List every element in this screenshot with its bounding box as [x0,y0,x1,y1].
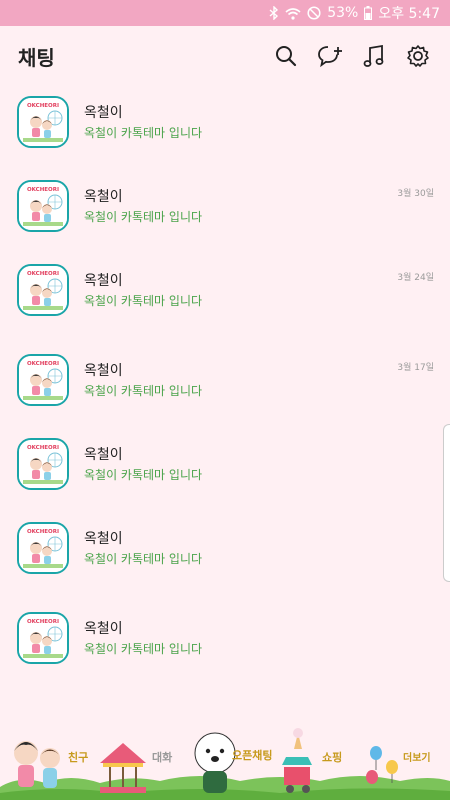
battery-icon [364,6,373,20]
chat-last-message: 옥철이 카톡테마 입니다 [84,126,203,140]
okcheori-logo-icon: OKCHEORI [19,614,67,662]
chat-last-message: 옥철이 카톡테마 입니다 [84,552,203,566]
bluetooth-icon [269,6,279,20]
chat-name: 옥철이 [84,621,123,637]
okcheori-logo-icon: OKCHEORI [19,356,67,404]
okcheori-logo-icon: OKCHEORI [19,182,67,230]
status-bar: 53% 오후 5:47 [0,0,450,26]
chat-name: 옥철이 [84,531,123,547]
search-icon[interactable] [272,42,300,70]
chat-last-message: 옥철이 카톡테마 입니다 [84,642,203,656]
svg-text:OKCHEORI: OKCHEORI [27,619,59,625]
chat-last-message: 옥철이 카톡테마 입니다 [84,468,203,482]
chat-row[interactable]: OKCHEORI 옥철이 옥철이 카톡테마 입니다 [0,90,450,154]
chat-row[interactable]: OKCHEORI 옥철이 옥철이 카톡테마 입니다 3월 30일 [0,174,450,238]
chat-last-message: 옥철이 카톡테마 입니다 [84,384,203,398]
chat-last-message: 옥철이 카톡테마 입니다 [84,210,203,224]
tab-more[interactable]: 더보기 [403,749,431,764]
chat-time: 3월 30일 [397,189,434,199]
clock: 오후 5:47 [378,6,440,22]
music-icon[interactable] [360,42,388,70]
bottom-tab-bar: 친구 대화 오픈채팅 쇼핑 더보기 [0,725,450,800]
page-title: 채팅 [18,45,55,70]
chat-row[interactable]: OKCHEORI 옥철이 옥철이 카톡테마 입니다 3월 17일 [0,348,450,412]
avatar: OKCHEORI [17,264,69,316]
avatar: OKCHEORI [17,612,69,664]
avatar: OKCHEORI [17,180,69,232]
header: 채팅 [0,26,450,86]
settings-gear-icon[interactable] [404,42,432,70]
chat-name: 옥철이 [84,447,123,463]
avatar: OKCHEORI [17,438,69,490]
do-not-disturb-icon [307,6,321,20]
chat-row[interactable]: OKCHEORI 옥철이 옥철이 카톡테마 입니다 [0,606,450,670]
okcheori-logo-icon: OKCHEORI [19,524,67,572]
battery-percent: 53% [327,5,359,21]
tab-chats[interactable]: 대화 [152,749,172,765]
svg-text:OKCHEORI: OKCHEORI [27,271,59,277]
chat-row[interactable]: OKCHEORI 옥철이 옥철이 카톡테마 입니다 [0,516,450,580]
svg-text:OKCHEORI: OKCHEORI [27,445,59,451]
avatar: OKCHEORI [17,96,69,148]
okcheori-logo-icon: OKCHEORI [19,440,67,488]
okcheori-logo-icon: OKCHEORI [19,266,67,314]
avatar: OKCHEORI [17,522,69,574]
tab-shopping[interactable]: 쇼핑 [322,749,342,765]
scroll-handle[interactable] [443,424,450,582]
chat-last-message: 옥철이 카톡테마 입니다 [84,294,203,308]
chat-time: 3월 17일 [397,363,434,373]
tab-openchat[interactable]: 오픈채팅 [232,747,272,763]
tab-friends[interactable]: 친구 [68,749,88,765]
svg-text:OKCHEORI: OKCHEORI [27,361,59,367]
chat-name: 옥철이 [84,105,123,121]
svg-text:OKCHEORI: OKCHEORI [27,187,59,193]
new-chat-icon[interactable] [316,42,344,70]
svg-text:OKCHEORI: OKCHEORI [27,529,59,535]
okcheori-logo-icon: OKCHEORI [19,98,67,146]
chat-row[interactable]: OKCHEORI 옥철이 옥철이 카톡테마 입니다 [0,432,450,496]
svg-text:OKCHEORI: OKCHEORI [27,103,59,109]
chat-time: 3월 24일 [397,273,434,283]
chat-row[interactable]: OKCHEORI 옥철이 옥철이 카톡테마 입니다 3월 24일 [0,258,450,322]
avatar: OKCHEORI [17,354,69,406]
chat-name: 옥철이 [84,273,123,289]
wifi-icon [285,7,301,20]
chat-name: 옥철이 [84,189,123,205]
chat-name: 옥철이 [84,363,123,379]
